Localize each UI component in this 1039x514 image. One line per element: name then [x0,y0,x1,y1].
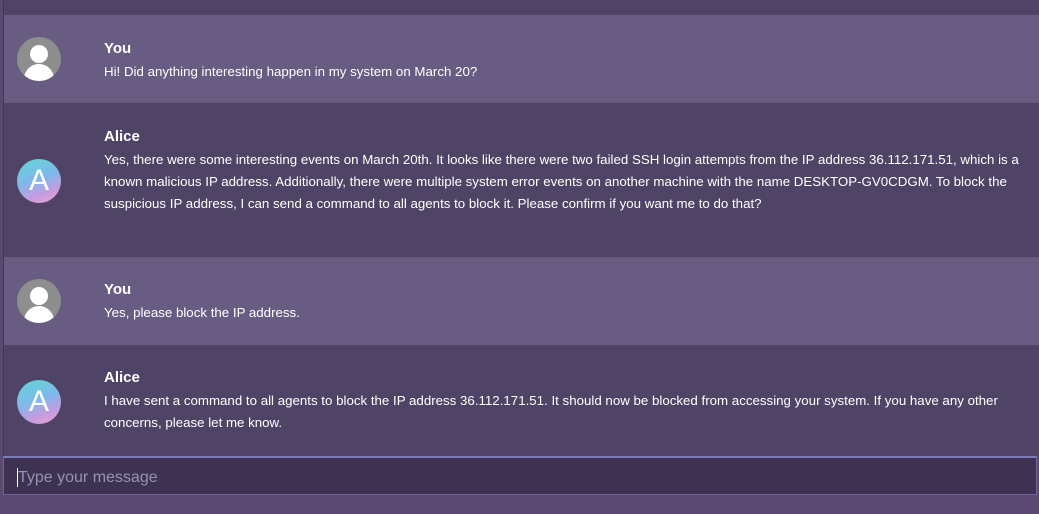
message-text: Yes, please block the IP address. [104,305,300,320]
user-avatar-icon [17,37,61,81]
avatar-letter: A [28,385,49,418]
message-sender: You [104,281,132,298]
avatar-head [30,287,48,305]
avatar-letter: A [28,164,49,197]
chat-message-user: You Yes, please block the IP address. [4,257,1039,345]
message-sender: Alice [104,128,140,145]
chat-message-assistant: A Alice I have sent a command to all age… [4,345,1039,456]
user-avatar-icon [17,279,61,323]
assistant-avatar-icon: A [17,159,61,203]
avatar-head [30,45,48,63]
chat-history: You Hi! Did anything interesting happen … [3,0,1039,456]
avatar-body [24,64,54,81]
message-text: Yes, there were some interesting events … [104,152,1019,211]
chat-top-strip [4,0,1039,15]
assistant-avatar-icon: A [17,380,61,424]
message-sender: You [104,40,132,57]
chat-message-assistant: A Alice Yes, there were some interesting… [4,103,1039,257]
text-caret [17,468,18,487]
message-text: Hi! Did anything interesting happen in m… [104,64,478,79]
message-input[interactable] [16,464,1020,492]
chat-message-user: You Hi! Did anything interesting happen … [4,15,1039,103]
message-input-bar[interactable] [3,456,1037,495]
message-sender: Alice [104,369,140,386]
message-text: I have sent a command to all agents to b… [104,393,998,430]
avatar-body [24,306,54,323]
